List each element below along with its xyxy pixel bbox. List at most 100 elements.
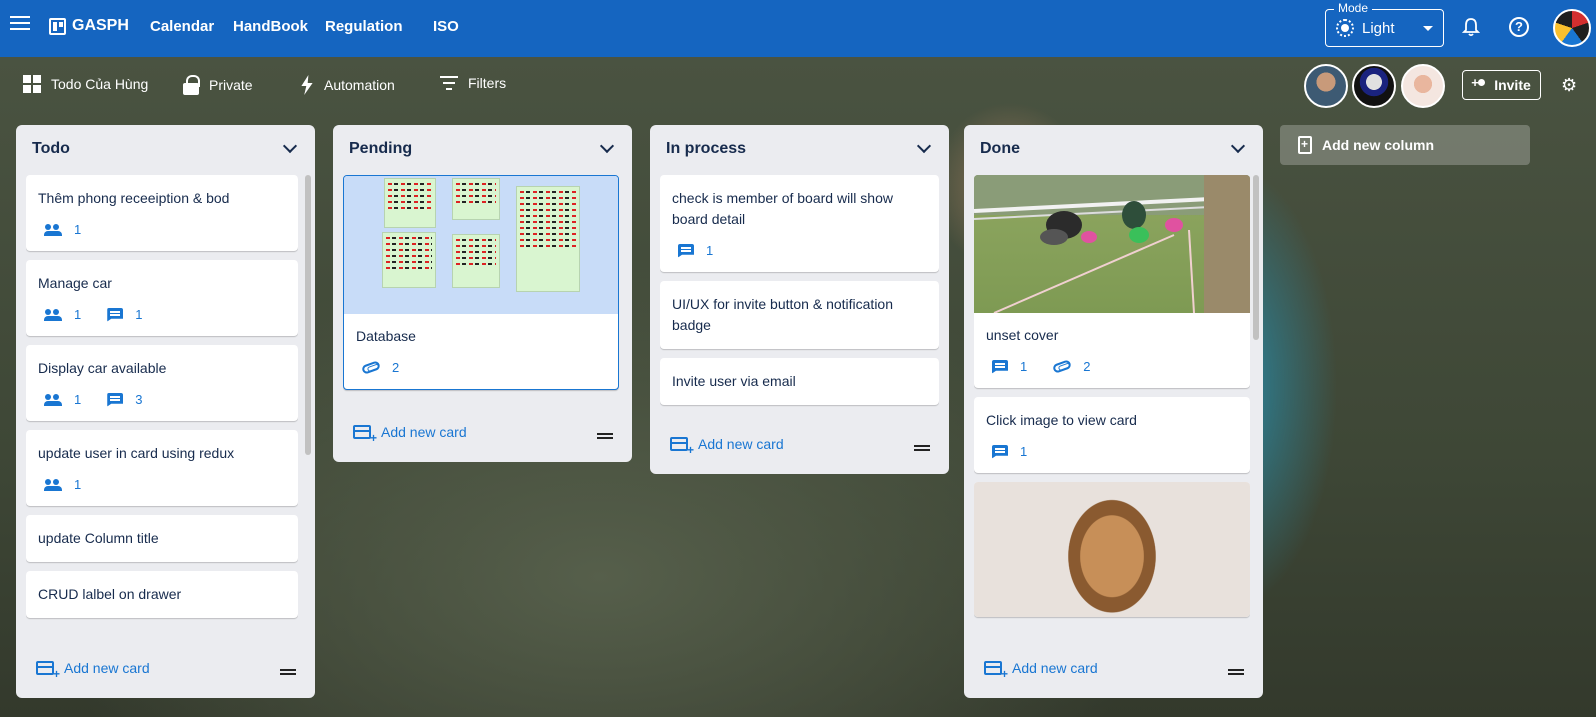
member-avatar[interactable] [1401,64,1445,108]
comment-icon [678,243,694,258]
member-avatar[interactable] [1304,64,1348,108]
sun-icon [1336,19,1354,37]
scrollbar[interactable] [305,175,311,641]
board-bar: Todo Của Hùng Private Automation Filters… [0,57,1596,114]
card-title: unset cover [986,327,1059,343]
add-card-button[interactable]: Add new card [670,436,784,457]
bell-icon[interactable] [1462,17,1480,37]
column-done: Done unset cover 1 2 Click image to view… [964,125,1263,698]
drag-handle-icon[interactable] [280,669,296,675]
card[interactable]: Click image to view card 1 [974,397,1250,473]
add-column-button[interactable]: Add new column [1280,125,1530,165]
filters-label: Filters [468,75,507,91]
mode-value: Light [1362,19,1395,37]
column-pending: Pending Database 2 Add new card [333,125,632,462]
comments-count: 1 [107,307,142,322]
drag-handle-icon[interactable] [597,433,613,439]
card[interactable]: unset cover 1 2 [974,175,1250,388]
filters-button[interactable]: Filters [440,75,506,91]
user-avatar[interactable] [1553,9,1591,47]
card-title: update user in card using redux [38,445,235,461]
card[interactable]: UI/UX for invite button & notification b… [660,281,939,349]
card[interactable]: Invite user via email [660,358,939,405]
card-title: Database [356,328,416,344]
chevron-down-icon[interactable] [599,138,615,154]
add-file-icon [1298,136,1312,154]
comment-icon [107,392,124,407]
card-title: CRUD lalbel on drawer [38,586,182,602]
brand-name: GASPH [72,17,129,34]
app-bar: GASPH Calendar HandBook Regulation ISO M… [0,0,1596,57]
column-title[interactable]: Pending [349,140,412,158]
chevron-down-icon[interactable] [282,138,298,154]
card[interactable]: Display car available 1 3 [26,345,298,421]
attachments-count: 2 [361,360,399,375]
add-card-button[interactable]: Add new card [36,660,150,681]
card-title: check is member of board will show board… [672,190,893,227]
nav-regulation[interactable]: Regulation [325,18,403,35]
add-card-button[interactable]: Add new card [984,660,1098,681]
card[interactable]: CRUD lalbel on drawer [26,571,298,618]
column-footer: Add new card [16,642,315,698]
member-avatar[interactable] [1352,64,1396,108]
column-title[interactable]: Todo [32,140,70,158]
comment-icon [992,359,1008,374]
mode-label: Mode [1334,1,1373,15]
add-card-button[interactable]: Add new card [353,424,467,445]
scrollbar[interactable] [1253,175,1259,641]
nav-handbook[interactable]: HandBook [233,18,308,35]
board-name: Todo Của Hùng [51,76,149,92]
card[interactable]: update user in card using redux 1 [26,430,298,506]
mode-select[interactable]: Mode Light [1325,1,1444,47]
add-card-icon [353,425,377,445]
card[interactable]: update Column title [26,515,298,562]
card-cover-image[interactable] [974,482,1250,617]
add-user-icon [1471,75,1488,91]
group-icon [44,308,62,321]
comments-count: 1 [678,243,713,258]
drag-handle-icon[interactable] [914,445,930,451]
card-title: UI/UX for invite button & notification b… [672,296,893,333]
card[interactable]: Database 2 [343,175,619,390]
gear-icon[interactable]: ⚙ [1561,76,1579,94]
filter-icon [440,76,458,90]
card-cover-image[interactable] [344,176,618,314]
card[interactable]: Manage car 1 1 [26,260,298,336]
card-cover-image[interactable] [974,175,1250,314]
help-icon[interactable]: ? [1509,17,1529,37]
brand[interactable]: GASPH [49,17,129,35]
paperclip-icon [1052,359,1073,374]
paperclip-icon [361,360,381,375]
column-in-process: In process check is member of board will… [650,125,949,474]
nav-calendar[interactable]: Calendar [150,18,214,35]
board-name-button[interactable]: Todo Của Hùng [23,75,148,93]
chevron-down-icon[interactable] [1230,138,1246,154]
column-title[interactable]: In process [666,140,746,158]
nav-iso[interactable]: ISO [433,18,459,35]
add-column-label: Add new column [1322,137,1434,153]
card-title: Display car available [38,360,167,376]
card[interactable]: Thêm phong receeiption & bod 1 [26,175,298,251]
comments-count: 3 [107,392,142,407]
automation-button[interactable]: Automation [300,75,395,95]
card[interactable] [974,482,1250,617]
card-title: Thêm phong receeiption & bod [38,190,230,206]
drag-handle-icon[interactable] [1228,669,1244,675]
field-photo [974,175,1250,314]
add-card-label: Add new card [698,436,784,452]
card-list: Thêm phong receeiption & bod 1 Manage ca… [26,175,298,641]
menu-icon[interactable] [10,16,30,32]
scrollbar-thumb[interactable] [305,175,311,455]
private-button[interactable]: Private [183,75,253,95]
card[interactable]: check is member of board will show board… [660,175,939,272]
scrollbar-thumb[interactable] [1253,175,1259,340]
add-card-icon [984,661,1008,681]
group-icon [44,223,62,236]
members-count: 1 [44,392,81,407]
chevron-down-icon[interactable] [916,138,932,154]
column-footer: Add new card [964,642,1263,698]
column-title[interactable]: Done [980,140,1020,158]
invite-button[interactable]: Invite [1462,70,1541,100]
card-title: update Column title [38,530,159,546]
column-footer: Add new card [650,418,949,474]
